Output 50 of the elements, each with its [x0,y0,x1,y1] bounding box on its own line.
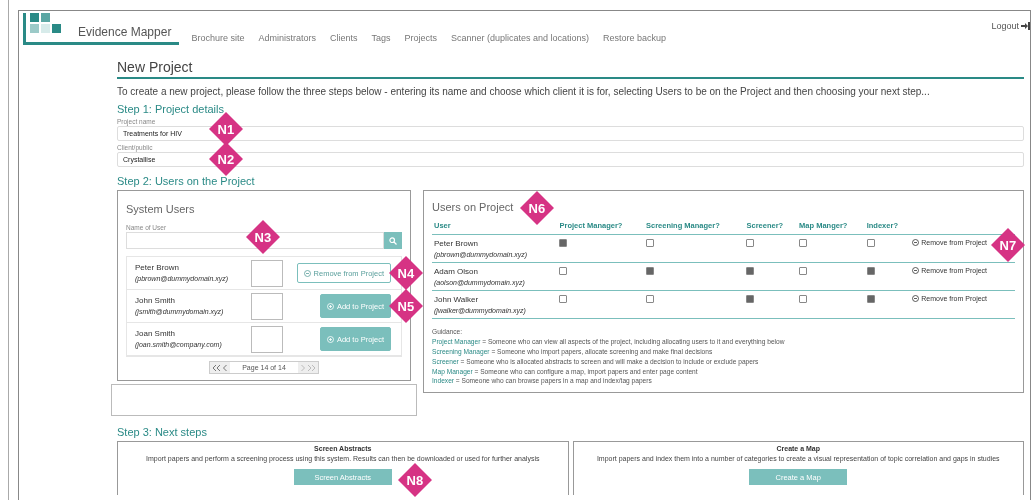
callout-marker: N4 [389,256,423,290]
nav-link[interactable]: Restore backup [603,33,667,43]
checkbox[interactable] [559,295,568,303]
checkbox[interactable] [866,295,875,303]
minus-circle-icon [912,267,920,274]
page-title: New Project [117,59,1024,79]
checkbox[interactable] [799,239,808,247]
section-heading: Step 1: Project details [117,103,225,115]
checkbox[interactable] [559,239,568,247]
checkbox[interactable] [645,239,654,247]
plus-circle-icon [326,335,334,343]
nav-link[interactable]: Scanner (duplicates and locations) [451,33,590,43]
plus-circle-icon [326,302,334,310]
empty-box [251,325,283,353]
nav-link[interactable]: Clients [329,33,358,43]
minus-circle-icon [912,239,920,246]
checkbox[interactable] [746,295,755,303]
checkbox[interactable] [746,239,755,247]
callout-marker: N6 [520,191,554,225]
checkbox[interactable] [799,295,808,303]
search-field[interactable] [126,232,384,249]
nav-link[interactable]: Brochure site [191,33,245,43]
search-icon [389,236,397,245]
first-page-icon[interactable] [213,364,221,371]
intro-text: To create a new project, please follow the three steps below - entering its name and choose which client it is for, selecting Users to be on the Project and then choosing your next step... [117,86,931,97]
checkbox[interactable] [866,239,875,247]
checkbox[interactable] [799,267,808,275]
previous-page-icon[interactable] [223,364,228,371]
logout-icon [1021,22,1030,30]
empty-box [251,259,283,287]
brand-name[interactable]: Evidence Mapper [78,25,172,39]
checkbox[interactable] [559,267,568,275]
checkbox[interactable] [866,267,875,275]
callout-marker: N1 [209,112,243,146]
nav-link[interactable]: Administrators [258,33,316,43]
checkbox[interactable] [645,295,654,303]
checkbox[interactable] [746,267,755,275]
empty-box [251,292,283,320]
section-heading: Step 2: Users on the Project [117,175,256,187]
search-button[interactable] [384,232,402,249]
minus-circle-icon [912,295,920,302]
panel-title: System Users [126,203,195,215]
checkbox[interactable] [645,267,654,275]
section-heading: Step 3: Next steps [117,426,208,438]
logout-link[interactable]: Logout [991,21,1030,31]
callout-marker: N8 [397,463,432,497]
minus-circle-icon [303,269,311,277]
callout-marker: N7 [991,228,1026,262]
nav-link[interactable]: Projects [404,33,437,43]
nav-link[interactable]: Tags [371,33,391,43]
